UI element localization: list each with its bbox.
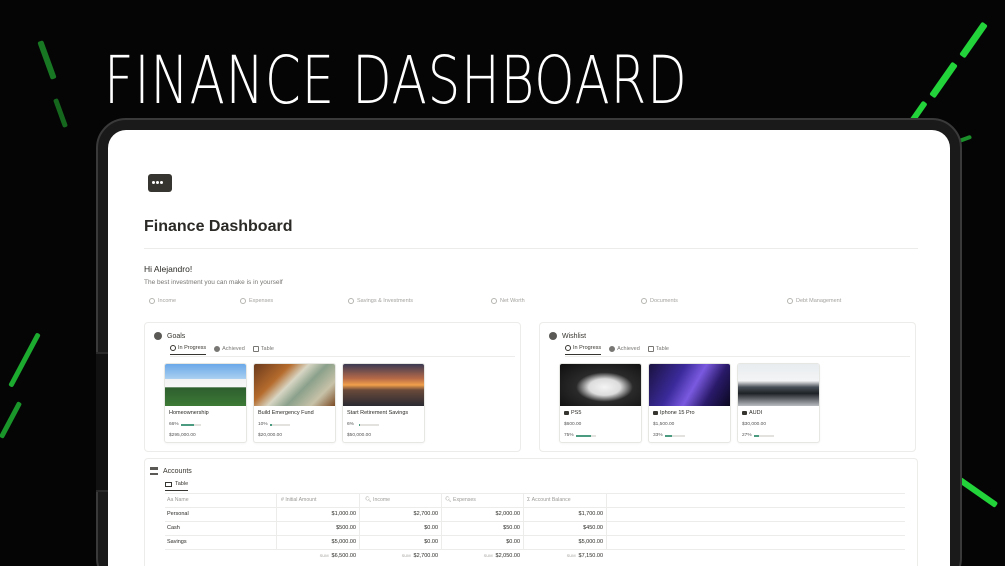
table-cell[interactable]: $1,000.00: [276, 511, 356, 517]
sum-account-balance[interactable]: SUM $7,150.00: [523, 553, 603, 559]
promo-title: FINANCE DASHBOARD: [104, 42, 688, 119]
table-cell[interactable]: $0.00: [359, 539, 438, 545]
divider: [144, 248, 918, 249]
divider: [565, 356, 910, 357]
goals-view-tabs: In Progress Achieved Table: [170, 345, 274, 355]
progress-bar: [181, 424, 201, 426]
table-icon: [647, 345, 654, 352]
wishlist-view-tabs: In Progress Achieved Table: [565, 345, 669, 355]
nav-link-savings[interactable]: Savings & Investments: [348, 298, 413, 304]
star-icon: [549, 332, 557, 340]
accounts-header: Accounts: [150, 467, 192, 475]
tab-table[interactable]: Table: [252, 345, 274, 355]
green-streak-decoration: [37, 40, 57, 80]
goals-header: Goals: [154, 332, 185, 340]
greeting: Hi Alejandro!: [144, 264, 193, 274]
progress-bar: [359, 424, 379, 426]
section-nav: Income Expenses Savings & Investments Ne…: [144, 298, 918, 310]
quote: The best investment you can make is in y…: [144, 279, 283, 286]
filled-circle-icon: [214, 345, 221, 352]
table-cell[interactable]: Cash: [167, 525, 180, 531]
green-streak-decoration: [957, 477, 999, 508]
tab-in-progress[interactable]: In Progress: [565, 345, 602, 355]
gamepad-icon: [564, 411, 569, 415]
savings-icon: [348, 298, 354, 304]
table-cell[interactable]: $0.00: [441, 539, 520, 545]
sum-expenses[interactable]: SUM $2,050.00: [441, 553, 520, 559]
money-image: [254, 364, 335, 406]
column-header-account-balance[interactable]: Σ Account Balance: [527, 497, 571, 503]
wish-card-ps5[interactable]: PS5 $600.00 75%: [559, 363, 642, 443]
sunset-image: [343, 364, 424, 406]
phone-image: [649, 364, 730, 406]
circle-icon: [170, 345, 176, 351]
tab-in-progress[interactable]: In Progress: [170, 345, 207, 355]
table-cell[interactable]: $50.00: [441, 525, 520, 531]
tab-table[interactable]: Table: [647, 345, 669, 355]
wishlist-header: Wishlist: [549, 332, 586, 340]
tab-table[interactable]: Table: [165, 481, 189, 491]
table-cell[interactable]: $500.00: [276, 525, 356, 531]
green-streak-decoration: [53, 98, 68, 128]
column-header-name[interactable]: Aa Name: [167, 497, 189, 503]
wish-card-audi[interactable]: AUDI $30,000.00 27%: [737, 363, 820, 443]
goals-card: Goals In Progress Achieved Table Homeown…: [144, 322, 521, 452]
car-image: [738, 364, 819, 406]
green-streak-decoration: [8, 332, 41, 388]
goal-card-retirement[interactable]: Start Retirement Savings 6% $50,000.00: [342, 363, 425, 443]
notion-page: Finance Dashboard Hi Alejandro! The best…: [108, 130, 950, 566]
table-cell[interactable]: $450.00: [523, 525, 603, 531]
progress-bar: [576, 435, 596, 437]
filled-circle-icon: [609, 345, 616, 352]
table-cell[interactable]: $1,700.00: [523, 511, 603, 517]
circle-icon: [565, 345, 571, 351]
credit-card-icon: [148, 174, 172, 192]
green-streak-decoration: [959, 21, 988, 59]
nav-link-documents[interactable]: Documents: [641, 298, 678, 304]
page-title: Finance Dashboard: [144, 218, 293, 235]
sum-initial-amount[interactable]: SUM $6,500.00: [276, 553, 356, 559]
wishlist-card: Wishlist In Progress Achieved Table PS5 …: [539, 322, 916, 452]
table-cell[interactable]: Savings: [167, 539, 187, 545]
column-header-expenses[interactable]: 🔍︎ Expenses: [445, 497, 476, 503]
goal-card-homeownership[interactable]: Homeownership 66% $295,000.00: [164, 363, 247, 443]
nav-link-expenses[interactable]: Expenses: [240, 298, 273, 304]
progress-bar: [754, 435, 774, 437]
column-header-income[interactable]: 🔍︎ Income: [365, 497, 390, 503]
car-icon: [742, 411, 747, 415]
nav-link-income[interactable]: Income: [149, 298, 176, 304]
sum-income[interactable]: SUM $2,700.00: [359, 553, 438, 559]
income-icon: [149, 298, 155, 304]
house-image: [165, 364, 246, 406]
controller-image: [560, 364, 641, 406]
debt-icon: [787, 298, 793, 304]
table-cell[interactable]: $2,000.00: [441, 511, 520, 517]
table-cell[interactable]: $0.00: [359, 525, 438, 531]
table-icon: [252, 345, 259, 352]
phone-icon: [653, 411, 658, 415]
net-worth-icon: [491, 298, 497, 304]
documents-icon: [641, 298, 647, 304]
progress-bar: [665, 435, 685, 437]
goal-card-emergency-fund[interactable]: Build Emergency Fund 10% $20,000.00: [253, 363, 336, 443]
green-streak-decoration: [929, 61, 958, 99]
progress-bar: [270, 424, 290, 426]
table-cell[interactable]: $5,000.00: [276, 539, 356, 545]
bank-icon: [150, 467, 158, 475]
expenses-icon: [240, 298, 246, 304]
accounts-card: Accounts Table Aa Name # Initial Amount …: [144, 458, 918, 566]
table-cell[interactable]: $5,000.00: [523, 539, 603, 545]
nav-link-net-worth[interactable]: Net Worth: [491, 298, 525, 304]
green-streak-decoration: [0, 401, 23, 439]
tab-achieved[interactable]: Achieved: [214, 345, 245, 355]
table-icon: [165, 481, 172, 487]
column-header-initial-amount[interactable]: # Initial Amount: [281, 497, 316, 503]
wish-card-iphone[interactable]: Iphone 15 Pro $1,500.00 33%: [648, 363, 731, 443]
table-cell[interactable]: $2,700.00: [359, 511, 438, 517]
table-cell[interactable]: Personal: [167, 511, 189, 517]
target-icon: [154, 332, 162, 340]
nav-link-debt[interactable]: Debt Management: [787, 298, 841, 304]
divider: [170, 356, 515, 357]
tab-achieved[interactable]: Achieved: [609, 345, 640, 355]
